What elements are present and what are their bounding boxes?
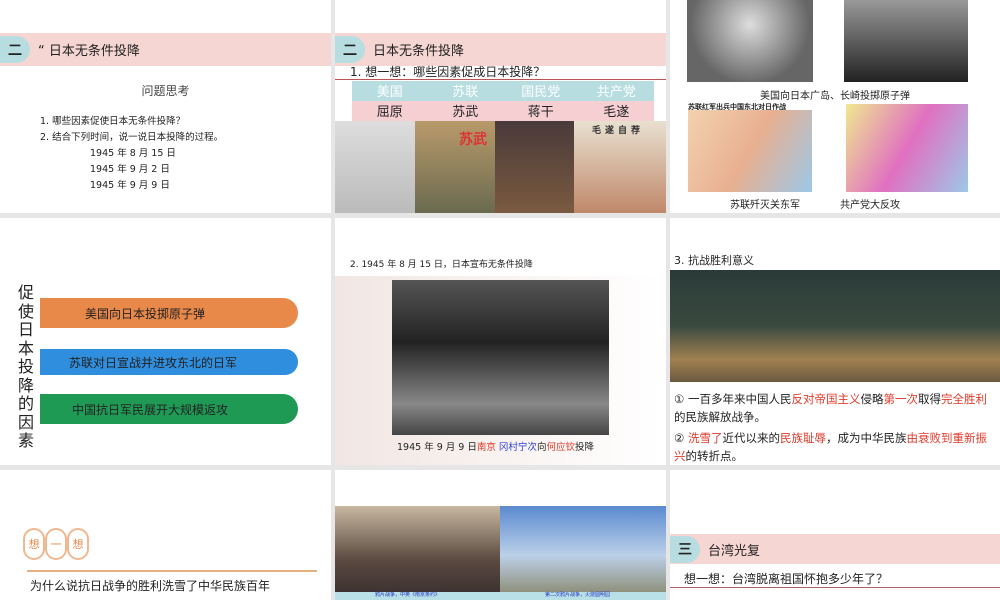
badge-char: 一 [45,528,67,560]
significance-1: ① 一百多年来中国人民反对帝国主义侵略第一次取得完全胜利的民族解放战争。 [674,390,998,426]
divider [670,587,1000,588]
highlight: 反对帝国主义 [791,392,861,406]
vertical-title: 促使日本投降的因素 [18,283,35,450]
image-label: 毛遂自荐 [592,126,645,136]
slide-5-thumbnail[interactable]: 2. 1945 年 8 月 15 日，日本宣布无条件投降 1945 年 9 月 … [335,218,666,465]
factor-item: 苏联对日宣战并进攻东北的日军 [40,349,298,375]
slide-2-thumbnail[interactable]: 二 日本无条件投降 1. 想一想：哪些因素促成日本投降？ 美国 苏联 国民党 共… [335,0,666,213]
text: ，成为中华民族 [825,431,907,445]
date-2: 1945 年 9 月 2 日 [90,164,170,175]
text: ① 一百多年来中国人民 [674,392,792,406]
factor-item: 中国抗日军民展开大规模返攻 [40,394,298,424]
section-banner: 二 “ 日本无条件投降 [0,33,331,66]
section-banner: 三 台湾光复 [670,534,1000,564]
caption-person: 何应钦 [546,442,575,453]
cell: 苏武 [452,105,479,120]
photo-caption: 1945 年 9 月 9 日南京 冈村宁次向何应钦投降 [397,439,594,453]
caption: 第二次鸦片战争，火烧圆明园 [545,592,611,598]
cell: 美国 [376,85,403,100]
section-title: 日本无条件投降 [373,44,465,59]
text: 近代以来的 [722,431,780,445]
question-2: 2. 结合下列时间，说一说日本投降的过程。 [40,132,224,143]
text: 取得 [917,392,941,406]
caption-text: 投降 [574,442,594,453]
question-text: 为什么说抗日战争的胜利洗雪了中华民族百年 [30,579,271,593]
badge-char: 想 [23,528,45,560]
cell: 蒋干 [527,105,554,120]
caption-place: 南京 [476,442,496,453]
map-communist-counteroffensive [846,104,968,192]
image-yuanmingyuan-ruins [500,506,666,596]
factor-label: 中国抗日军民展开大规模返攻 [72,402,229,417]
question: 想一想：台湾脱离祖国怀抱多少年了？ [684,572,889,586]
heading: 问题思考 [141,84,190,98]
section-banner: 二 日本无条件投降 [335,33,666,66]
caption: 苏联歼灭关东军 [730,200,800,211]
highlight: 完全胜利 [940,392,987,406]
caption: 美国向日本广岛、长崎投掷原子弹 [760,91,910,102]
question: 1. 想一想：哪些因素促成日本投降？ [350,65,546,79]
date-3: 1945 年 9 月 9 日 [90,180,170,191]
image-mushroom-cloud [687,0,813,82]
image-hiroshima-ruins [844,0,968,82]
slide-9-thumbnail[interactable]: 三 台湾光复 想一想：台湾脱离祖国怀抱多少年了？ [670,470,1000,600]
caption: 共产党大反攻 [840,200,900,211]
section-title: 台湾光复 [708,543,761,559]
text: 的转折点。 [685,449,744,463]
section-number: 二 [0,36,30,63]
divider [335,79,666,80]
slide-8-thumbnail[interactable]: 鸦片战争，中英《南京条约》 第二次鸦片战争，火烧圆明园 [335,470,666,600]
factor-label: 苏联对日宣战并进攻东北的日军 [69,355,238,370]
slide-6-thumbnail[interactable]: 3. 抗战胜利意义 ① 一百多年来中国人民反对帝国主义侵略第一次取得完全胜利的民… [670,218,1000,465]
highlight: 民族耻辱 [779,431,826,445]
slide-title: 2. 1945 年 8 月 15 日，日本宣布无条件投降 [350,260,533,270]
text: 侵略 [860,392,884,406]
image-jianggan [495,121,574,213]
think-badge: 想 一 想 [23,528,89,560]
image-suwu: 苏武 [415,121,495,213]
image-label: 苏武 [459,132,487,148]
highlight: 第一次 [883,392,918,406]
date-1: 1945 年 8 月 15 日 [90,148,176,159]
image-surrender-ceremony [392,280,609,435]
significance-2: ② 洗雪了近代以来的民族耻辱，成为中华民族由衰败到重新振兴的转折点。 [674,429,998,465]
image-maosui: 毛遂自荐 [574,121,666,213]
badge-char: 想 [67,528,89,560]
cell: 屈原 [376,105,403,120]
section-number: 二 [335,36,365,63]
slide-1-thumbnail[interactable]: 二 “ 日本无条件投降 问题思考 1. 哪些因素促使日本无条件投降？ 2. 结合… [0,0,331,213]
cell: 国民党 [521,85,561,100]
factor-label: 美国向日本投掷原子弹 [85,306,206,321]
image-treaty-of-nanking [335,506,500,596]
cell: 共产党 [596,85,636,100]
cell: 苏联 [452,85,479,100]
question-1: 1. 哪些因素促使日本无条件投降？ [40,116,186,127]
map-soviet-offensive [688,110,812,192]
caption: 鸦片战争，中英《南京条约》 [375,592,441,598]
caption-person: 冈村宁次 [498,442,537,453]
slide-4-thumbnail[interactable]: 促使日本投降的因素 美国向日本投掷原子弹 苏联对日宣战并进攻东北的日军 中国抗日… [0,218,331,465]
slide-7-thumbnail[interactable]: 想 一 想 为什么说抗日战争的胜利洗雪了中华民族百年 [0,470,331,600]
highlight: 洗雪了 [687,431,723,445]
text: 的民族解放战争。 [674,410,766,424]
section-number: 三 [670,535,700,563]
text: ② [674,431,688,445]
section-title: “ 日本无条件投降 [38,44,140,59]
caption-date: 1945 年 9 月 9 日 [397,442,477,453]
image-victory-ceremony [670,270,1000,382]
divider [27,570,317,572]
cell: 毛遂 [603,105,630,120]
answer-table: 美国 苏联 国民党 共产党 屈原 苏武 蒋干 毛遂 [352,81,654,121]
slide-title: 3. 抗战胜利意义 [674,254,754,267]
slide-3-thumbnail[interactable]: 美国向日本广岛、长崎投掷原子弹 苏联红军出兵中国东北对日作战 苏联歼灭关东军 共… [670,0,1000,213]
image-quyuan [335,121,415,213]
factor-item: 美国向日本投掷原子弹 [40,298,298,328]
